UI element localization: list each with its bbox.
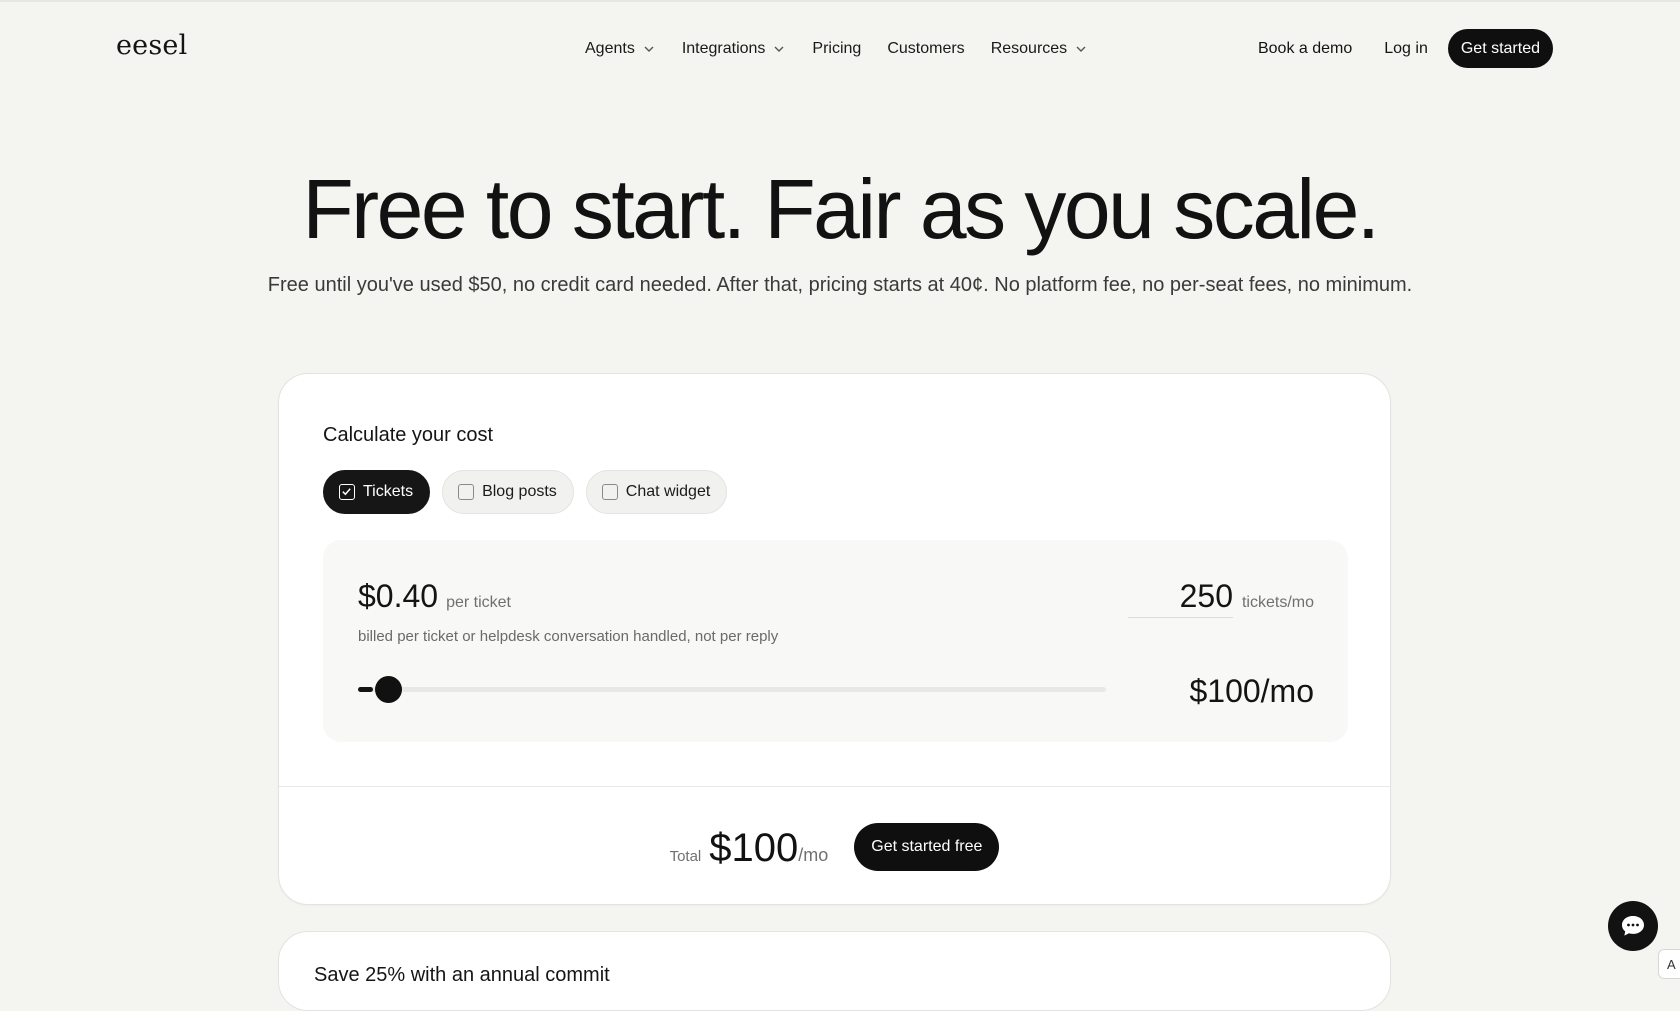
top-border bbox=[0, 0, 1680, 2]
logo[interactable]: eesel bbox=[116, 30, 187, 61]
nav-item-agents[interactable]: Agents bbox=[585, 40, 656, 58]
nav-item-label: Resources bbox=[990, 40, 1068, 57]
option-blog-posts[interactable]: Blog posts bbox=[442, 470, 574, 514]
annual-commit-title: Save 25% with an annual commit bbox=[314, 964, 610, 986]
slider-fill bbox=[358, 687, 373, 692]
ticket-quantity-input[interactable] bbox=[1127, 578, 1233, 618]
option-label: Tickets bbox=[363, 483, 414, 500]
total-label: Total bbox=[669, 847, 702, 865]
nav-item-label: Integrations bbox=[681, 40, 766, 57]
total-unit: /mo bbox=[798, 844, 829, 865]
total-price: Total $100 /mo bbox=[670, 824, 829, 871]
monthly-cost: $100/mo bbox=[1189, 673, 1314, 709]
header-actions: Book a demo Log in Get started bbox=[1258, 29, 1553, 68]
accessibility-tab[interactable]: A bbox=[1658, 949, 1680, 979]
nav-item-pricing[interactable]: Pricing bbox=[812, 40, 861, 58]
chat-bubble-icon bbox=[1622, 916, 1644, 936]
unit-price: $0.40 per ticket bbox=[358, 578, 511, 615]
option-label: Chat widget bbox=[625, 483, 711, 500]
calculator-title: Calculate your cost bbox=[323, 424, 494, 446]
log-in-link[interactable]: Log in bbox=[1384, 40, 1428, 58]
option-label: Blog posts bbox=[482, 483, 557, 500]
total-amount: $100 bbox=[709, 825, 799, 870]
price-unit: per ticket bbox=[446, 594, 511, 611]
checkbox-empty-icon bbox=[458, 484, 475, 500]
nav-item-customers[interactable]: Customers bbox=[887, 40, 964, 58]
option-chat-widget[interactable]: Chat widget bbox=[585, 470, 728, 514]
page-subtitle: Free until you've used $50, no credit ca… bbox=[267, 274, 1413, 296]
nav-item-label: Agents bbox=[585, 40, 635, 57]
total-summary: Total $100 /mo Get started free bbox=[279, 823, 1390, 871]
slider-handle[interactable] bbox=[374, 676, 402, 703]
annual-commit-card: Save 25% with an annual commit bbox=[278, 931, 1391, 1011]
nav-item-integrations[interactable]: Integrations bbox=[682, 40, 787, 58]
quantity-unit: tickets/mo bbox=[1241, 594, 1314, 611]
nav-item-label: Customers bbox=[887, 40, 965, 57]
checkbox-checked-icon bbox=[339, 484, 355, 500]
usage-type-options: Tickets Blog posts Chat widget bbox=[323, 470, 728, 514]
cost-calculator-card: Calculate your cost Tickets Blog posts C… bbox=[278, 373, 1391, 905]
tickets-calculator-panel: $0.40 per ticket billed per ticket or he… bbox=[323, 540, 1348, 742]
checkbox-empty-icon bbox=[601, 484, 618, 500]
page-title: Free to start. Fair as you scale. bbox=[302, 162, 1380, 256]
chevron-down-icon bbox=[1074, 42, 1088, 56]
chevron-down-icon bbox=[772, 42, 786, 56]
ticket-quantity: tickets/mo bbox=[1127, 578, 1314, 618]
chat-widget-button[interactable] bbox=[1608, 901, 1658, 951]
main-nav: Agents Integrations Pricing Customers Re… bbox=[585, 36, 1088, 62]
billing-note: billed per ticket or helpdesk conversati… bbox=[358, 628, 779, 645]
get-started-free-button[interactable]: Get started free bbox=[854, 823, 1000, 871]
nav-item-label: Pricing bbox=[812, 40, 862, 57]
chevron-down-icon bbox=[642, 42, 656, 56]
ticket-volume-slider[interactable] bbox=[358, 676, 1106, 703]
nav-item-resources[interactable]: Resources bbox=[991, 40, 1088, 58]
option-tickets[interactable]: Tickets bbox=[323, 470, 431, 514]
book-demo-link[interactable]: Book a demo bbox=[1258, 40, 1352, 58]
price-value: $0.40 bbox=[358, 578, 439, 614]
divider bbox=[279, 786, 1390, 787]
get-started-button[interactable]: Get started bbox=[1447, 29, 1553, 68]
